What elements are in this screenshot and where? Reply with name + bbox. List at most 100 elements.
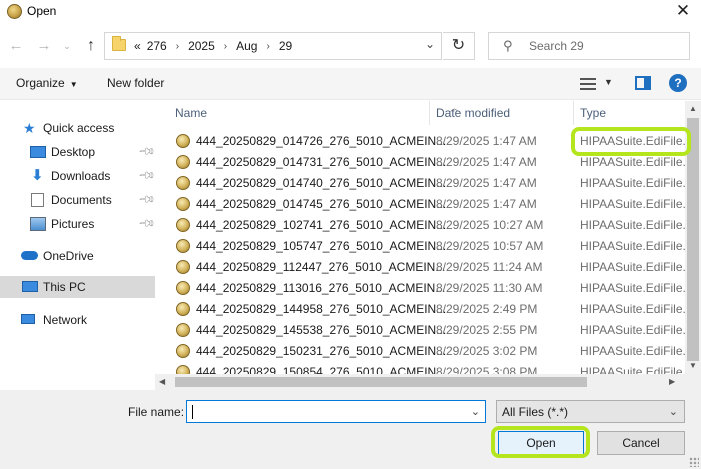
file-row[interactable]: 444_20250829_145538_276_5010_ACMEIN... 8…	[155, 319, 685, 340]
file-name-input[interactable]: ⌄	[186, 400, 486, 423]
chevron-down-icon[interactable]: ⌄	[669, 405, 678, 418]
nav-item-label: Desktop	[51, 145, 96, 159]
open-button[interactable]: Open	[498, 431, 584, 455]
file-type: HIPAASuite.EdiFile...	[580, 176, 685, 190]
nav-item-downloads[interactable]: ⬇ Downloads 📌︎	[0, 165, 156, 187]
pin-icon[interactable]: 📌︎	[137, 166, 156, 185]
scroll-down-icon[interactable]: ▼	[685, 358, 701, 374]
nav-item-quick-access[interactable]: ★ Quick access	[0, 117, 155, 139]
nav-item-label: This PC	[43, 280, 86, 294]
cancel-button[interactable]: Cancel	[597, 431, 685, 455]
up-arrow-icon[interactable]: ↑	[80, 35, 102, 57]
chevron-right-icon[interactable]: ›	[266, 41, 269, 52]
file-name: 444_20250829_105747_276_5010_ACMEIN...	[196, 239, 447, 253]
file-row[interactable]: 444_20250829_014731_276_5010_ACMEIN... 8…	[155, 151, 685, 172]
recent-locations-chevron-icon[interactable]: ⌄	[60, 35, 74, 57]
file-name: 444_20250829_112447_276_5010_ACMEIN...	[196, 260, 446, 274]
file-type: HIPAASuite.EdiFile...	[580, 365, 685, 374]
app-icon	[7, 4, 22, 19]
nav-item-label: Downloads	[51, 169, 111, 183]
nav-item-this-pc[interactable]: This PC	[0, 276, 155, 298]
view-options-caret-icon[interactable]: ▼	[604, 77, 613, 87]
file-row[interactable]: 444_20250829_102741_276_5010_ACMEIN... 8…	[155, 214, 685, 235]
nav-item-pictures[interactable]: Pictures 📌︎	[0, 213, 156, 235]
file-list: 444_20250829_014726_276_5010_ACMEIN... 8…	[155, 126, 685, 374]
resize-grip[interactable]	[689, 457, 699, 467]
scroll-right-icon[interactable]: ▶	[669, 374, 683, 390]
documents-icon	[31, 193, 44, 207]
organize-label: Organize	[16, 76, 65, 90]
new-folder-button[interactable]: New folder	[107, 76, 164, 90]
file-row[interactable]: 444_20250829_144958_276_5010_ACMEIN... 8…	[155, 298, 685, 319]
forward-arrow-icon[interactable]: →	[33, 35, 55, 57]
back-arrow-icon[interactable]: ←	[5, 35, 27, 57]
file-type: HIPAASuite.EdiFile...	[580, 302, 685, 316]
file-row[interactable]: 444_20250829_014726_276_5010_ACMEIN... 8…	[155, 130, 685, 151]
breadcrumb-overflow[interactable]: «	[134, 39, 141, 53]
file-date: 8/29/2025 1:47 AM	[436, 155, 537, 169]
scroll-up-icon[interactable]: ▲	[685, 101, 701, 117]
file-row[interactable]: 444_20250829_150231_276_5010_ACMEIN... 8…	[155, 340, 685, 361]
star-icon: ★	[23, 120, 36, 136]
download-icon: ⬇	[31, 167, 44, 184]
folder-icon	[112, 36, 126, 51]
chevron-right-icon[interactable]: ›	[176, 41, 179, 52]
pin-icon[interactable]: 📌︎	[137, 190, 156, 209]
network-icon	[21, 314, 35, 324]
file-type-select[interactable]: All Files (*.*) ⌄	[496, 400, 685, 423]
file-name: 444_20250829_014740_276_5010_ACMEIN...	[196, 176, 447, 190]
search-input[interactable]: Search 29	[529, 39, 584, 53]
scroll-thumb[interactable]	[175, 377, 587, 387]
breadcrumb-2025[interactable]: 2025	[188, 39, 215, 53]
file-row[interactable]: 444_20250829_113016_276_5010_ACMEIN... 8…	[155, 277, 685, 298]
pin-icon[interactable]: 📌︎	[137, 214, 156, 233]
view-list-icon[interactable]	[580, 77, 596, 91]
nav-item-desktop[interactable]: Desktop 📌︎	[0, 141, 156, 163]
breadcrumb: « 276 › 2025 › Aug › 29	[131, 39, 295, 53]
close-icon[interactable]: ✕	[673, 1, 693, 21]
nav-item-label: Network	[43, 313, 88, 327]
nav-item-network[interactable]: Network	[0, 309, 155, 331]
breadcrumb-276[interactable]: 276	[147, 39, 167, 53]
breadcrumb-aug[interactable]: Aug	[236, 39, 257, 53]
file-row[interactable]: 444_20250829_150854_276_5010_ACMEIN... 8…	[155, 361, 685, 374]
address-bar[interactable]: « 276 › 2025 › Aug › 29 ⌄	[104, 32, 442, 60]
address-history-chevron-icon[interactable]: ⌄	[425, 37, 435, 51]
file-date: 8/29/2025 11:30 AM	[436, 281, 543, 295]
help-icon[interactable]: ?	[669, 74, 687, 92]
file-row[interactable]: 444_20250829_014740_276_5010_ACMEIN... 8…	[155, 172, 685, 193]
file-row[interactable]: 444_20250829_112447_276_5010_ACMEIN... 8…	[155, 256, 685, 277]
breadcrumb-29[interactable]: 29	[279, 39, 292, 53]
scroll-left-icon[interactable]: ◀	[159, 374, 173, 390]
edi-file-icon	[176, 281, 190, 295]
chevron-right-icon[interactable]: ›	[224, 41, 227, 52]
chevron-down-icon[interactable]: ⌄	[471, 405, 480, 418]
column-divider[interactable]	[429, 101, 430, 125]
file-date: 8/29/2025 3:08 PM	[436, 365, 538, 374]
file-type-value: All Files (*.*)	[502, 405, 569, 419]
column-type[interactable]: Type	[580, 106, 606, 120]
file-date: 8/29/2025 2:55 PM	[436, 323, 538, 337]
pin-icon[interactable]: 📌︎	[137, 142, 156, 161]
horizontal-scrollbar[interactable]: ◀ ▶	[155, 374, 701, 390]
scroll-thumb[interactable]	[687, 118, 699, 361]
file-type: HIPAASuite.EdiFile...	[580, 260, 685, 274]
preview-pane-icon[interactable]	[635, 76, 651, 90]
nav-item-onedrive[interactable]: OneDrive	[0, 245, 155, 267]
edi-file-icon	[176, 176, 190, 190]
column-date-modified[interactable]: Date modified	[436, 106, 510, 120]
file-name: 444_20250829_014731_276_5010_ACMEIN...	[196, 155, 447, 169]
vertical-scrollbar[interactable]: ▲ ▼	[685, 101, 701, 374]
search-box[interactable]: ⚲ Search 29	[488, 32, 690, 60]
column-name[interactable]: Name	[175, 106, 207, 120]
organize-button[interactable]: Organize ▼	[16, 76, 78, 90]
file-name: 444_20250829_014745_276_5010_ACMEIN...	[196, 197, 447, 211]
nav-item-documents[interactable]: Documents 📌︎	[0, 189, 156, 211]
command-bar: Organize ▼ New folder ▼ ?	[0, 68, 701, 100]
file-row[interactable]: 444_20250829_105747_276_5010_ACMEIN... 8…	[155, 235, 685, 256]
refresh-icon[interactable]: ↻	[443, 32, 475, 60]
edi-file-icon	[176, 302, 190, 316]
file-row[interactable]: 444_20250829_014745_276_5010_ACMEIN... 8…	[155, 193, 685, 214]
column-divider[interactable]	[573, 101, 574, 125]
edi-file-icon	[176, 197, 190, 211]
